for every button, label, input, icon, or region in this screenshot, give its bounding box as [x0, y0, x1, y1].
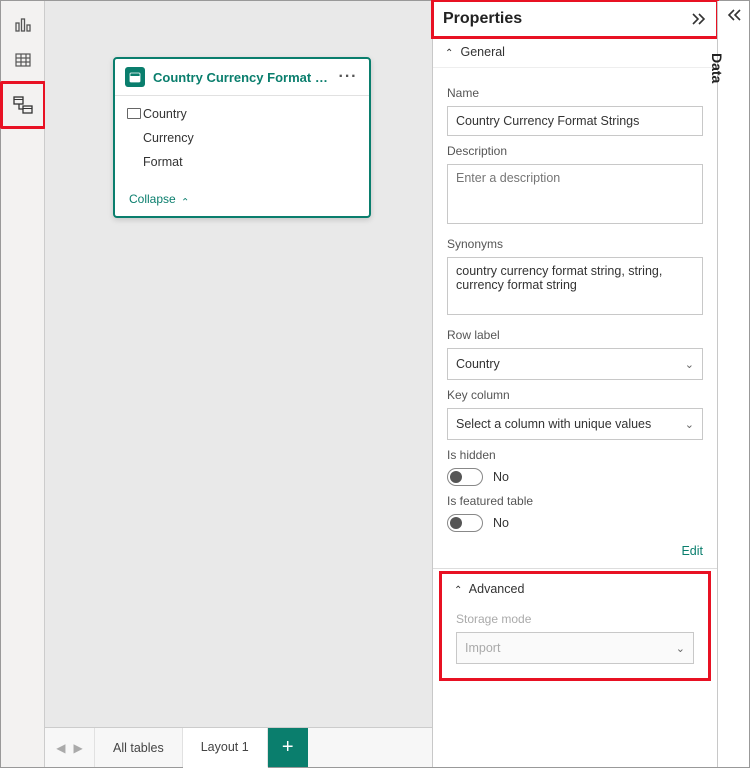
collapse-properties-button[interactable] — [691, 13, 707, 25]
section-advanced-label: Advanced — [469, 582, 525, 596]
tab-nav-arrows[interactable]: ◀ ▶ — [45, 728, 95, 767]
chevron-down-icon: ⌄ — [685, 418, 694, 431]
field-country[interactable]: Country — [115, 102, 369, 126]
data-pane-collapsed[interactable]: Data — [717, 1, 749, 767]
chevron-up-icon: ⌃ — [445, 48, 457, 59]
properties-scroll[interactable]: ⌃ General Name Description Synonyms coun… — [433, 37, 717, 767]
model-icon — [13, 95, 33, 115]
layout-tabs-bar: ◀ ▶ All tables Layout 1 + — [45, 727, 432, 767]
chevron-double-left-icon — [726, 9, 742, 21]
is-featured-label: Is featured table — [447, 494, 703, 508]
row-label-label: Row label — [447, 328, 703, 342]
properties-header: Properties — [433, 1, 717, 37]
chevron-down-icon: ⌄ — [676, 642, 685, 655]
key-column-value: Select a column with unique values — [456, 417, 651, 431]
data-pane-title: Data — [709, 53, 725, 83]
chevron-down-icon: ⌄ — [685, 358, 694, 371]
chevron-up-icon: ⌄ — [181, 195, 189, 206]
row-label-select[interactable]: Country ⌄ — [447, 348, 703, 380]
properties-pane: Properties ⌃ General Name Description Sy… — [432, 1, 717, 767]
data-view-button[interactable] — [5, 43, 41, 77]
storage-mode-label: Storage mode — [456, 612, 694, 626]
tab-all-tables[interactable]: All tables — [95, 728, 183, 767]
model-view-highlight — [0, 81, 46, 129]
app-root: Country Currency Format Strings ··· Coun… — [0, 0, 750, 768]
chevron-double-right-icon — [691, 13, 707, 25]
is-featured-value: No — [493, 516, 509, 530]
advanced-highlight: ⌃ Advanced Storage mode Import ⌄ — [439, 571, 711, 681]
table-card-collapse[interactable]: Collapse ⌄ — [115, 182, 369, 216]
table-card-title: Country Currency Format Strings — [153, 70, 335, 85]
name-label: Name — [447, 86, 703, 100]
chevron-left-icon: ◀ — [56, 741, 65, 755]
is-hidden-label: Is hidden — [447, 448, 703, 462]
chevron-right-icon: ▶ — [74, 741, 83, 755]
section-general-header[interactable]: ⌃ General — [433, 37, 717, 68]
is-hidden-toggle[interactable] — [447, 468, 483, 486]
general-form: Name Description Synonyms country curren… — [433, 68, 717, 538]
model-view-button[interactable] — [5, 88, 41, 122]
model-canvas[interactable]: Country Currency Format Strings ··· Coun… — [45, 1, 432, 727]
expand-data-button[interactable] — [726, 9, 742, 21]
field-format[interactable]: Format — [115, 150, 369, 174]
description-input[interactable] — [447, 164, 703, 224]
table-card-fields: Country Currency Format — [115, 96, 369, 182]
chevron-up-icon: ⌃ — [454, 585, 466, 596]
collapse-label: Collapse — [129, 192, 176, 206]
calendar-table-icon — [125, 67, 145, 87]
tab-layout-1[interactable]: Layout 1 — [183, 728, 268, 768]
key-column-select[interactable]: Select a column with unique values ⌄ — [447, 408, 703, 440]
table-icon — [14, 51, 32, 69]
view-rail — [1, 1, 45, 767]
description-label: Description — [447, 144, 703, 158]
field-currency[interactable]: Currency — [115, 126, 369, 150]
advanced-form: Storage mode Import ⌄ — [442, 612, 708, 670]
table-card[interactable]: Country Currency Format Strings ··· Coun… — [113, 57, 371, 218]
table-card-header[interactable]: Country Currency Format Strings ··· — [115, 59, 369, 96]
section-advanced: ⌃ Advanced Storage mode Import ⌄ — [433, 568, 717, 681]
table-card-more-button[interactable]: ··· — [335, 68, 361, 86]
name-input[interactable] — [447, 106, 703, 136]
synonyms-label: Synonyms — [447, 237, 703, 251]
synonyms-input[interactable]: country currency format string, string, … — [447, 257, 703, 315]
key-column-label: Key column — [447, 388, 703, 402]
bar-chart-icon — [14, 15, 32, 33]
is-hidden-value: No — [493, 470, 509, 484]
properties-title: Properties — [443, 10, 522, 28]
is-featured-toggle[interactable] — [447, 514, 483, 532]
canvas-area: Country Currency Format Strings ··· Coun… — [45, 1, 432, 767]
section-advanced-header[interactable]: ⌃ Advanced — [442, 574, 708, 604]
add-layout-button[interactable]: + — [268, 728, 308, 767]
storage-mode-select: Import ⌄ — [456, 632, 694, 664]
storage-mode-value: Import — [465, 641, 500, 655]
report-view-button[interactable] — [5, 7, 41, 41]
row-label-value: Country — [456, 357, 500, 371]
edit-link[interactable]: Edit — [433, 538, 717, 568]
section-general-label: General — [460, 45, 504, 59]
